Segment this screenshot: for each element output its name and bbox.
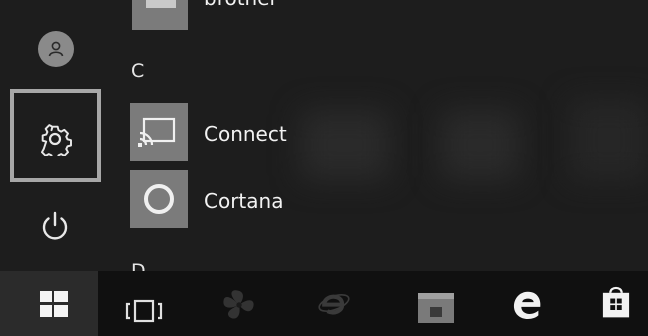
app-name-cortana[interactable]: Cortana bbox=[204, 189, 283, 213]
app-name-brother[interactable]: brother bbox=[204, 0, 278, 10]
section-letter-d[interactable]: D bbox=[131, 260, 146, 271]
windows-start-icon bbox=[40, 291, 68, 317]
file-explorer-icon[interactable] bbox=[416, 289, 456, 325]
blurred-tile bbox=[440, 110, 520, 180]
start-menu: brother C Connect Cortana D bbox=[0, 0, 648, 271]
app-name-connect[interactable]: Connect bbox=[204, 122, 287, 146]
taskbar bbox=[0, 271, 648, 336]
cortana-glyph-icon bbox=[130, 170, 188, 228]
brother-app-icon[interactable] bbox=[132, 0, 188, 30]
internet-explorer-icon[interactable] bbox=[314, 285, 354, 321]
start-button[interactable] bbox=[0, 271, 98, 336]
blurred-tile bbox=[570, 100, 648, 180]
blurred-tile bbox=[300, 110, 390, 180]
user-avatar-icon[interactable] bbox=[38, 31, 74, 67]
gear-icon[interactable] bbox=[38, 122, 72, 156]
task-view-icon[interactable] bbox=[124, 293, 164, 329]
connect-cast-icon[interactable] bbox=[130, 103, 188, 161]
power-icon[interactable] bbox=[40, 210, 70, 244]
user-glyph-icon bbox=[46, 39, 66, 59]
cast-glyph-icon bbox=[130, 103, 188, 161]
cortana-ring-icon[interactable] bbox=[130, 170, 188, 228]
start-rail bbox=[0, 0, 110, 271]
store-icon[interactable] bbox=[596, 283, 636, 319]
edge-icon[interactable] bbox=[508, 287, 546, 323]
section-letter-c[interactable]: C bbox=[131, 60, 144, 82]
fan-app-icon[interactable] bbox=[216, 287, 262, 323]
